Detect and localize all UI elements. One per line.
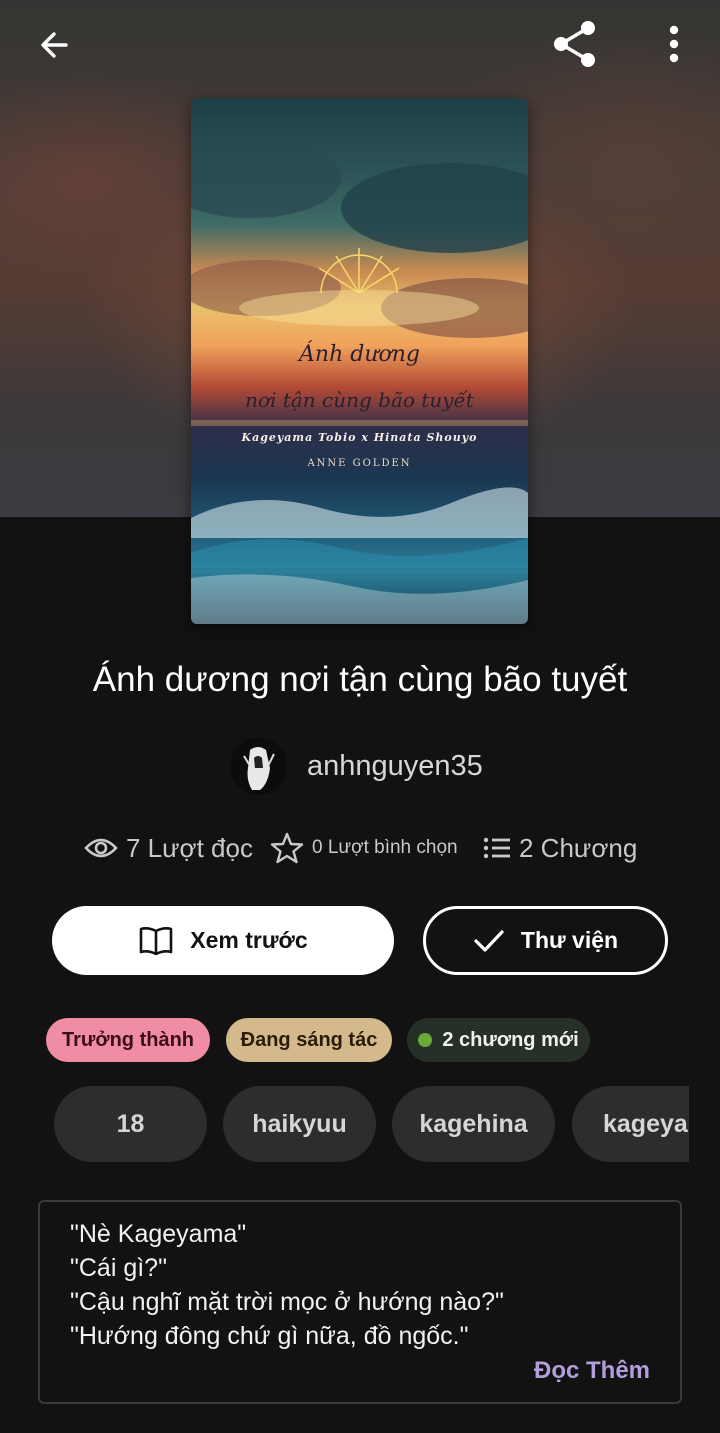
tag-chip[interactable]: 18	[54, 1086, 207, 1162]
preview-button[interactable]: Xem trước	[52, 906, 394, 975]
tag-chip[interactable]: kageyama	[572, 1086, 689, 1162]
book-title: Ánh dương nơi tận cùng bão tuyết	[92, 660, 628, 699]
stat-reads: 7 Lượt đọc	[84, 825, 253, 871]
share-icon	[554, 21, 595, 67]
new-chapters-badge: 2 chương mới	[407, 1018, 590, 1062]
author-link[interactable]: anhnguyen35	[230, 737, 483, 795]
star-icon	[270, 832, 304, 864]
tags-row: 18 haikyuu kagehina kageyama	[0, 1086, 689, 1162]
description-line: "Cậu nghĩ mặt trời mọc ở hướng nào?"	[70, 1288, 504, 1316]
tag-chip[interactable]: haikyuu	[223, 1086, 376, 1162]
description-line: "Nè Kageyama"	[70, 1220, 247, 1248]
library-button[interactable]: Thư viện	[423, 906, 668, 975]
arrow-left-icon	[41, 32, 68, 58]
cover-author: ANNE GOLDEN	[307, 458, 412, 469]
list-icon	[483, 837, 510, 859]
share-button[interactable]	[544, 16, 604, 72]
avatar-image	[230, 737, 287, 795]
new-chapters-label: 2 chương mới	[442, 1028, 579, 1051]
description-line: "Hướng đông chứ gì nữa, đồ ngốc."	[70, 1322, 469, 1350]
description-box: "Nè Kageyama" "Cái gì?" "Cậu nghĩ mặt tr…	[38, 1200, 682, 1404]
back-button[interactable]	[24, 22, 84, 68]
book-cover[interactable]: Ánh dương nơi tận cùng bão tuyết Kageyam…	[191, 98, 528, 624]
stat-votes: 0 Lượt bình chọn	[270, 825, 458, 871]
stat-chapters[interactable]: 2 Chương	[483, 825, 637, 871]
preview-label: Xem trước	[190, 927, 308, 953]
stats-row: 7 Lượt đọc 0 Lượt bình chọn 2 Chương	[0, 825, 720, 871]
new-dot-icon	[418, 1033, 433, 1047]
check-icon	[474, 929, 504, 952]
top-bar	[0, 0, 720, 90]
reads-count: 7 Lượt đọc	[126, 832, 253, 863]
chapters-count: 2 Chương	[519, 832, 638, 863]
votes-count: 0 Lượt bình chọn	[312, 837, 458, 858]
more-options-button[interactable]	[650, 18, 698, 70]
avatar	[230, 737, 287, 795]
description-line: "Cái gì?"	[70, 1254, 167, 1282]
eye-icon	[84, 838, 118, 858]
author-name: anhnguyen35	[307, 749, 483, 782]
book-open-icon	[139, 926, 173, 955]
read-more-link[interactable]: Đọc Thêm	[534, 1357, 650, 1385]
mature-badge: Trưởng thành	[46, 1018, 210, 1062]
library-label: Thư viện	[520, 927, 619, 953]
tag-chip[interactable]: kagehina	[392, 1086, 555, 1162]
cover-title-line1: Ánh dương	[299, 342, 420, 367]
cover-subtitle: Kageyama Tobio x Hinata Shouyo	[241, 431, 478, 444]
more-vertical-icon	[669, 25, 679, 63]
ongoing-badge: Đang sáng tác	[226, 1018, 392, 1062]
cover-title-line2: nơi tận cùng bão tuyết	[245, 388, 474, 412]
